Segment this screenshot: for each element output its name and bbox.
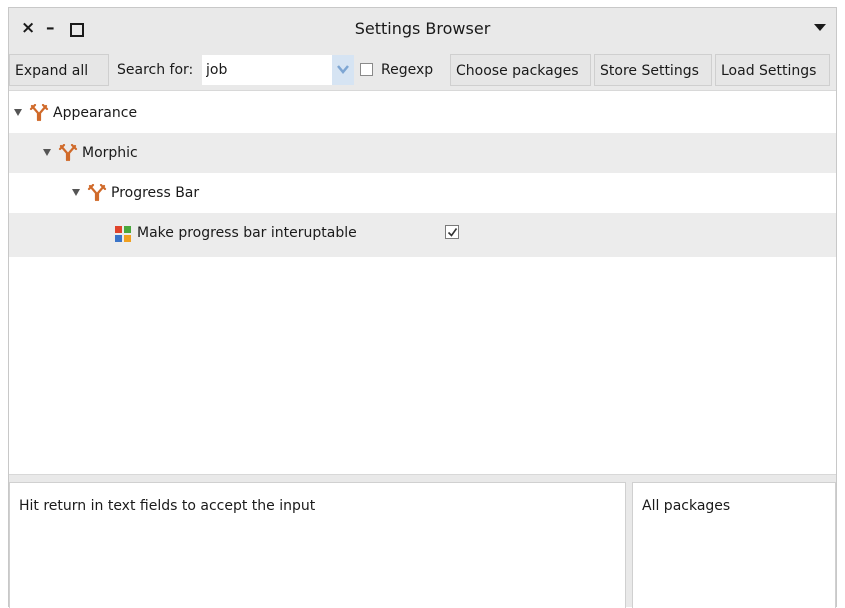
- setting-grid-icon: [115, 226, 131, 242]
- regexp-checkbox[interactable]: [360, 63, 373, 76]
- search-label: Search for:: [117, 62, 194, 78]
- store-settings-button[interactable]: Store Settings: [594, 54, 712, 86]
- setting-value-checkbox[interactable]: [445, 225, 459, 239]
- search-input[interactable]: [202, 55, 332, 85]
- expand-arrow-icon[interactable]: [72, 189, 80, 196]
- window-menu-icon[interactable]: [814, 24, 826, 31]
- tree-row-make-progress-bar-interuptable[interactable]: Make progress bar interuptable: [9, 213, 836, 257]
- expand-all-button[interactable]: Expand all: [9, 54, 109, 86]
- tree-node-label: Morphic: [82, 145, 138, 161]
- settings-tree[interactable]: Appearance Morphic Progress Bar Make pro…: [9, 90, 836, 475]
- tree-node-label: Appearance: [53, 105, 138, 121]
- regexp-label: Regexp: [381, 62, 434, 78]
- toolbar: Expand all Search for: Regexp Choose pac…: [9, 54, 836, 86]
- choose-packages-button[interactable]: Choose packages: [450, 54, 591, 86]
- tree-row-appearance[interactable]: Appearance: [9, 93, 836, 133]
- wrench-icon: [87, 184, 107, 202]
- packages-panel[interactable]: All packages: [632, 482, 836, 608]
- wrench-icon: [29, 104, 49, 122]
- title-bar[interactable]: × – Settings Browser: [9, 8, 836, 48]
- chevron-down-icon: [337, 65, 349, 74]
- window-title: Settings Browser: [354, 19, 491, 38]
- checkmark-icon: [447, 228, 458, 237]
- setting-label: Make progress bar interuptable: [137, 225, 357, 241]
- expand-arrow-icon[interactable]: [43, 149, 51, 156]
- search-history-dropdown[interactable]: [332, 55, 354, 85]
- expand-arrow-icon[interactable]: [14, 109, 22, 116]
- load-settings-button[interactable]: Load Settings: [715, 54, 830, 86]
- settings-browser-window: × – Settings Browser Expand all Search f…: [8, 7, 837, 608]
- description-panel: Hit return in text fields to accept the …: [9, 482, 626, 608]
- tree-row-morphic[interactable]: Morphic: [9, 133, 836, 173]
- tree-node-label: Progress Bar: [111, 185, 200, 201]
- packages-label: All packages: [642, 498, 731, 514]
- status-message: Hit return in text fields to accept the …: [19, 498, 316, 514]
- wrench-icon: [58, 144, 78, 162]
- tree-row-progress-bar[interactable]: Progress Bar: [9, 173, 836, 213]
